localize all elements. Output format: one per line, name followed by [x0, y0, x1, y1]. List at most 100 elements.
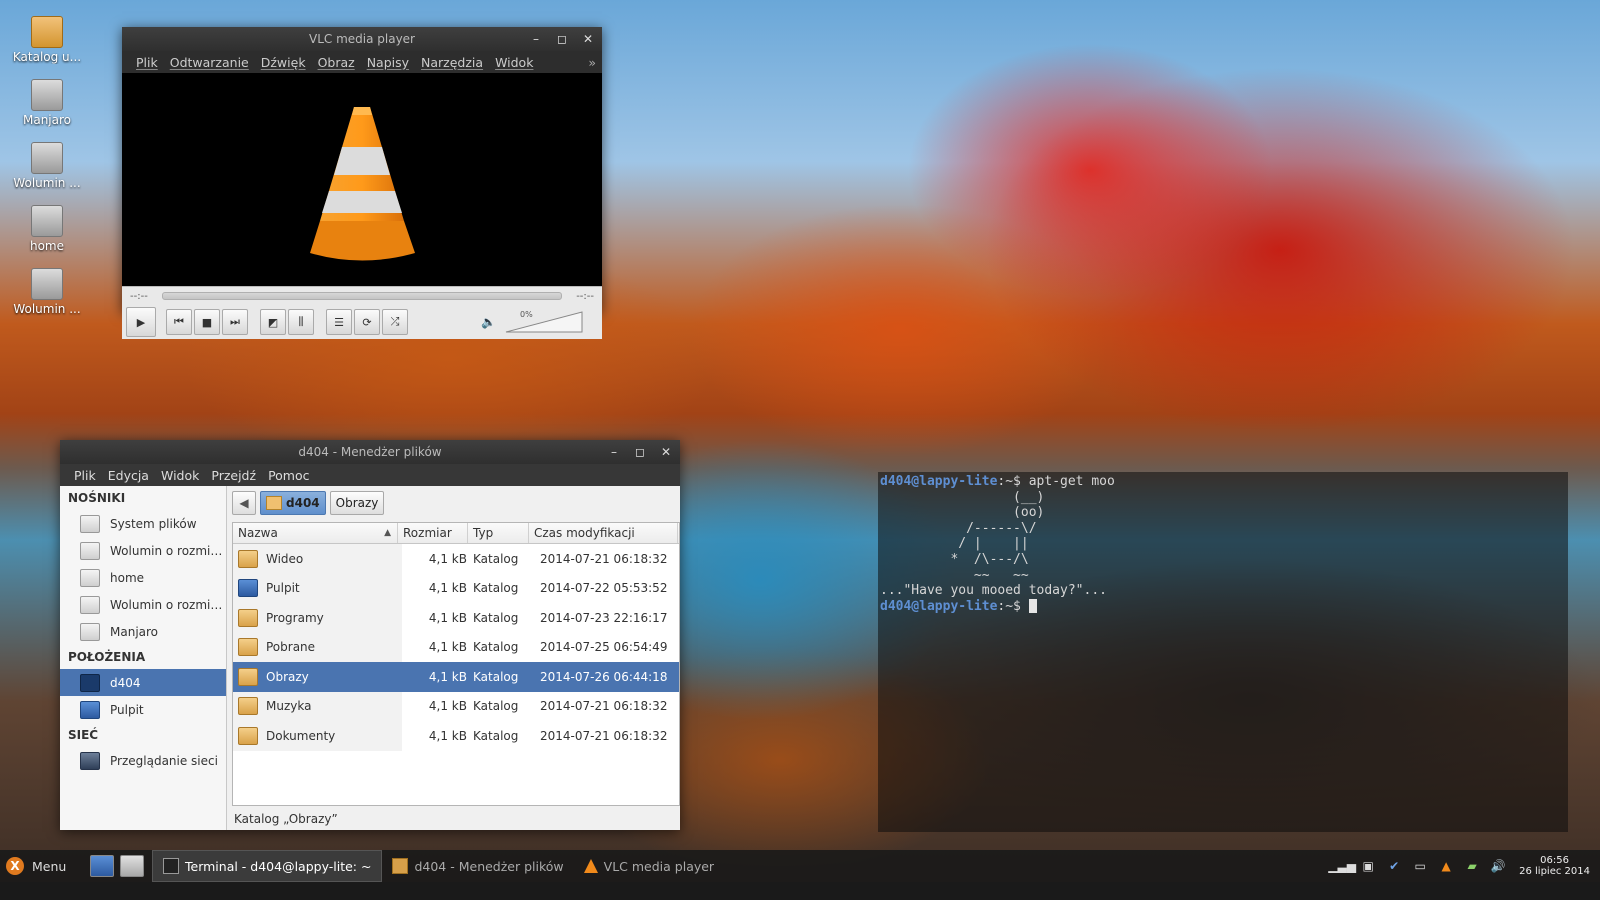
sidebar-item-home[interactable]: home: [60, 564, 226, 591]
sidebar-header-places: POŁOŻENIA: [68, 650, 146, 664]
menu-widok[interactable]: Widok: [489, 55, 539, 70]
window-title: d404 - Menedżer plików: [298, 445, 442, 459]
file-size: 4,1 kB: [428, 669, 467, 684]
sidebar-item-manjaro[interactable]: Manjaro: [60, 618, 226, 645]
maximize-icon[interactable]: ◻: [556, 27, 568, 51]
table-row[interactable]: Pulpit 4,1 kB Katalog 2014-07-22 05:53:5…: [233, 573, 679, 603]
play-button[interactable]: ▶: [126, 307, 156, 337]
fullscreen-icon: ◩: [267, 315, 279, 329]
desktop-icon-volume-1[interactable]: Wolumin ...: [8, 142, 86, 190]
file-modified: 2014-07-23 22:16:17: [540, 610, 668, 625]
loop-button[interactable]: ⟳: [354, 309, 380, 335]
file-manager-launcher-icon[interactable]: [120, 855, 144, 877]
sidebar-item-label: System plików: [110, 516, 197, 531]
speaker-icon[interactable]: 🔈: [481, 315, 496, 329]
desktop-icon-home[interactable]: Katalog u...: [8, 16, 86, 64]
sidebar-item-network[interactable]: Przeglądanie sieci: [60, 747, 226, 774]
terminal-window[interactable]: d404@lappy-lite:~$ apt-get moo (__) (oo)…: [878, 472, 1568, 832]
column-label: Rozmiar: [403, 526, 452, 540]
fullscreen-button[interactable]: ◩: [260, 309, 286, 335]
volume-slider[interactable]: 0%: [504, 310, 584, 334]
sidebar-item-volume-2[interactable]: Wolumin o rozmiar...: [60, 591, 226, 618]
close-icon[interactable]: ✕: [582, 27, 594, 51]
file-manager-titlebar[interactable]: d404 - Menedżer plików – ◻ ✕: [60, 440, 680, 464]
desktop-icon-volume-2[interactable]: Wolumin ...: [8, 268, 86, 316]
video-area[interactable]: [122, 73, 602, 286]
moo-quote: ..."Have you mooed today?"...: [880, 583, 1107, 599]
table-row[interactable]: Wideo 4,1 kB Katalog 2014-07-21 06:18:32: [233, 544, 679, 574]
close-icon[interactable]: ✕: [660, 440, 672, 464]
update-check-icon[interactable]: ✔: [1385, 857, 1403, 875]
menu-narzedzia[interactable]: Narzędzia: [415, 55, 489, 70]
sidebar-item-d404[interactable]: d404: [60, 669, 226, 696]
vlc-titlebar[interactable]: VLC media player – ◻ ✕: [122, 27, 602, 51]
menu-button[interactable]: X Menu: [0, 857, 84, 875]
menu-przejdz[interactable]: Przejdź: [205, 468, 262, 483]
loop-icon: ⟳: [362, 315, 372, 329]
file-name: Wideo: [266, 551, 304, 566]
vlc-tray-icon[interactable]: ▲: [1437, 857, 1455, 875]
menu-pomoc[interactable]: Pomoc: [262, 468, 315, 483]
menu-napisy[interactable]: Napisy: [361, 55, 415, 70]
path-button-d404[interactable]: d404: [260, 491, 326, 515]
table-row[interactable]: Muzyka 4,1 kB Katalog 2014-07-21 06:18:3…: [233, 691, 679, 721]
column-header-type[interactable]: Typ: [468, 523, 529, 543]
menu-dzwiek[interactable]: Dźwięk: [255, 55, 312, 70]
sidebar-item-pulpit[interactable]: Pulpit: [60, 696, 226, 723]
vlc-menubar: Plik Odtwarzanie Dźwięk Obraz Napisy Nar…: [122, 51, 602, 73]
table-row[interactable]: Dokumenty 4,1 kB Katalog 2014-07-21 06:1…: [233, 721, 679, 751]
battery-icon[interactable]: ▰: [1463, 857, 1481, 875]
column-header-name[interactable]: Nazwa ▲: [233, 523, 398, 543]
terminal-prompt: d404@lappy-lite: [880, 598, 998, 614]
sidebar-item-label: d404: [110, 675, 141, 690]
desktop-icon-label: Wolumin ...: [13, 176, 81, 190]
screen-icon[interactable]: ▭: [1411, 857, 1429, 875]
sidebar-item-filesystem[interactable]: System plików: [60, 510, 226, 537]
maximize-icon[interactable]: ◻: [634, 440, 646, 464]
table-row[interactable]: Pobrane 4,1 kB Katalog 2014-07-25 06:54:…: [233, 632, 679, 662]
vlc-icon: [583, 859, 598, 873]
vlc-cone-icon: [310, 107, 415, 261]
table-row[interactable]: Programy 4,1 kB Katalog 2014-07-23 22:16…: [233, 603, 679, 633]
sidebar-item-volume-1[interactable]: Wolumin o rozmiar...: [60, 537, 226, 564]
minimize-icon[interactable]: –: [530, 27, 542, 51]
system-tray: ▁▃▅ ▣ ✔ ▭ ▲ ▰ 🔊 06:56 26 lipiec 2014: [1328, 855, 1600, 877]
next-button[interactable]: ⏭: [222, 309, 248, 335]
taskbar-item-vlc[interactable]: VLC media player: [574, 851, 724, 881]
taskbar-item-file-manager[interactable]: d404 - Menedżer plików: [382, 851, 573, 881]
playlist-button[interactable]: ☰: [326, 309, 352, 335]
path-button-obrazy[interactable]: Obrazy: [329, 491, 385, 515]
seek-slider[interactable]: [161, 292, 563, 300]
menu-obraz[interactable]: Obraz: [312, 55, 361, 70]
moo-line: (__): [880, 489, 1045, 505]
taskbar-item-terminal[interactable]: Terminal - d404@lappy-lite: ~: [152, 850, 383, 882]
column-header-modified[interactable]: Czas modyfikacji: [529, 523, 678, 543]
menu-plik[interactable]: Plik: [68, 468, 102, 483]
menu-overflow-icon[interactable]: »: [582, 55, 602, 70]
column-header-size[interactable]: Rozmiar: [398, 523, 468, 543]
minimize-icon[interactable]: –: [608, 440, 620, 464]
desktop-icon-manjaro[interactable]: Manjaro: [8, 79, 86, 127]
previous-button[interactable]: ⏮: [166, 309, 192, 335]
terminal-icon: [163, 858, 179, 874]
terminal-cursor: [1028, 599, 1037, 614]
file-type: Katalog: [473, 551, 519, 566]
path-label: d404: [286, 496, 320, 510]
shuffle-button[interactable]: ⤮: [382, 309, 408, 335]
menu-odtwarzanie[interactable]: Odtwarzanie: [164, 55, 255, 70]
signal-strength-icon[interactable]: ▁▃▅: [1328, 857, 1356, 875]
menu-plik[interactable]: Plik: [130, 55, 164, 70]
stop-button[interactable]: ■: [194, 309, 220, 335]
menu-widok[interactable]: Widok: [155, 468, 205, 483]
drive-icon: [80, 595, 100, 614]
volume-icon[interactable]: 🔊: [1489, 857, 1507, 875]
playlist-icon: ☰: [334, 315, 344, 329]
back-button[interactable]: ◀: [232, 491, 256, 515]
desktop-icon-home-volume[interactable]: home: [8, 205, 86, 253]
desktop-launcher-icon[interactable]: [90, 855, 114, 877]
clock[interactable]: 06:56 26 lipiec 2014: [1515, 855, 1594, 877]
extended-settings-button[interactable]: ⫼: [288, 309, 314, 335]
menu-edycja[interactable]: Edycja: [102, 468, 155, 483]
table-row-selected[interactable]: Obrazy 4,1 kB Katalog 2014-07-26 06:44:1…: [233, 662, 679, 692]
network-icon[interactable]: ▣: [1359, 857, 1377, 875]
